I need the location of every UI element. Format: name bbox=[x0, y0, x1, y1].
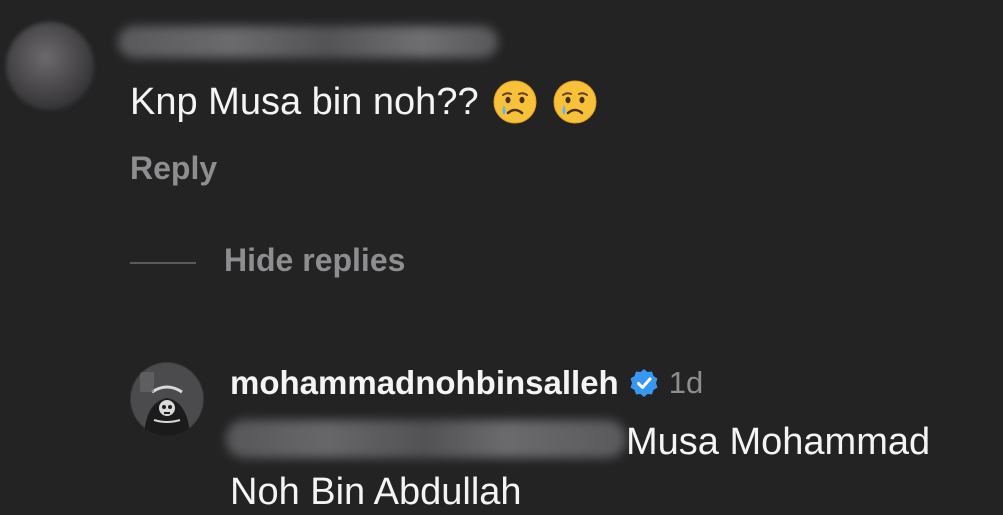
reply-avatar[interactable] bbox=[130, 362, 204, 436]
mention-redacted[interactable] bbox=[226, 420, 626, 458]
crying-face-icon bbox=[551, 78, 599, 126]
crying-face-icon bbox=[491, 78, 539, 126]
thread-divider bbox=[130, 262, 196, 264]
reply-username[interactable]: mohammadnohbinsalleh bbox=[230, 364, 619, 402]
reply-button[interactable]: Reply bbox=[130, 150, 217, 187]
hide-replies-button[interactable]: Hide replies bbox=[224, 242, 405, 279]
comments-screen: Knp Musa bin noh?? Reply Hide replies mo… bbox=[0, 0, 1003, 515]
verified-badge-icon bbox=[629, 368, 659, 398]
reply-text-line-2: Noh Bin Abdullah bbox=[230, 471, 522, 513]
comment-body: Knp Musa bin noh?? bbox=[130, 74, 599, 130]
commenter-avatar[interactable] bbox=[6, 22, 94, 110]
comment-text: Knp Musa bin noh?? bbox=[130, 81, 479, 123]
reply-header: mohammadnohbinsalleh 1d bbox=[230, 364, 703, 402]
reply-text-line-1: Musa Mohammad bbox=[626, 421, 931, 463]
reply-timestamp: 1d bbox=[668, 365, 704, 400]
commenter-username-redacted[interactable] bbox=[118, 26, 498, 58]
